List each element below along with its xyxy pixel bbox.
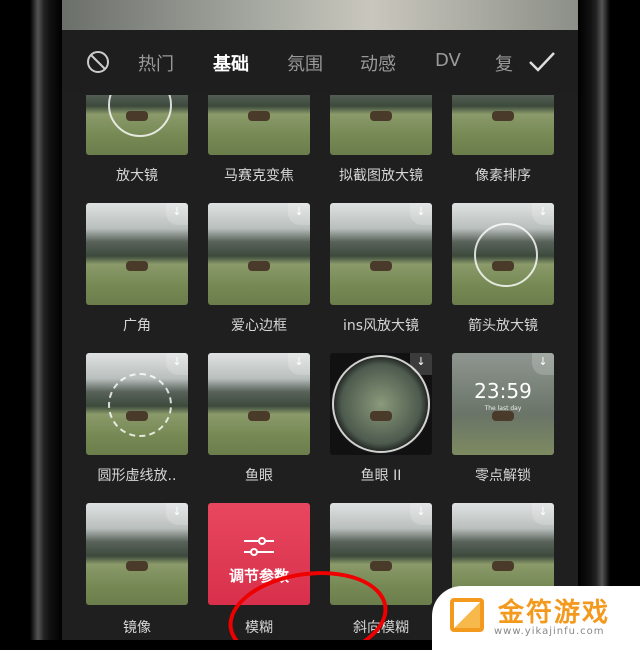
- deer-image: [492, 561, 514, 571]
- effect-thumbnail[interactable]: [452, 95, 554, 155]
- phone-frame-left: [0, 0, 62, 640]
- watermark-logo-icon: [450, 598, 484, 632]
- effect-item[interactable]: 拟截图放大镜: [330, 53, 432, 184]
- effect-thumbnail[interactable]: [208, 95, 310, 155]
- deer-image: [248, 261, 270, 271]
- effect-thumbnail[interactable]: [330, 95, 432, 155]
- download-icon[interactable]: ↓: [532, 503, 554, 525]
- effect-thumbnail[interactable]: ↓: [86, 503, 188, 605]
- deer-image: [248, 411, 270, 421]
- effect-item[interactable]: 马赛克变焦: [208, 53, 310, 184]
- effect-label: 鱼眼: [245, 468, 273, 484]
- deer-image: [370, 111, 392, 121]
- watermark-name: 金符游戏: [498, 598, 611, 628]
- deer-image: [492, 411, 514, 421]
- effect-item[interactable]: ↓ 鱼眼: [208, 353, 310, 484]
- clock-subtitle: The last day: [484, 405, 522, 412]
- watermark: 金符游戏 www.yikajinfu.com: [432, 586, 640, 650]
- effect-item[interactable]: ↓ 圆形虚线放..: [86, 353, 188, 484]
- effect-label: 放大镜: [116, 168, 158, 184]
- video-preview: [62, 0, 578, 30]
- effect-label: 镜像: [123, 620, 151, 636]
- magnifier-circle: [108, 373, 172, 437]
- effect-item[interactable]: ↓ 镜像: [86, 503, 188, 636]
- download-icon[interactable]: ↓: [410, 203, 432, 225]
- clock-time: 23:59: [474, 379, 532, 403]
- effect-item[interactable]: 像素排序: [452, 53, 554, 184]
- effect-label: 像素排序: [475, 168, 531, 184]
- effect-thumbnail[interactable]: [86, 95, 188, 155]
- deer-image: [492, 111, 514, 121]
- effect-label: 箭头放大镜: [468, 318, 538, 334]
- effect-label: 圆形虚线放..: [97, 468, 177, 484]
- magnifier-circle: [108, 95, 172, 137]
- effect-label: 鱼眼 II: [360, 468, 402, 484]
- effect-item[interactable]: ↓ 鱼眼 II: [330, 353, 432, 484]
- download-icon[interactable]: ↓: [288, 353, 310, 375]
- deer-image: [126, 561, 148, 571]
- effect-thumbnail[interactable]: ↓: [452, 203, 554, 305]
- deer-image: [248, 111, 270, 121]
- deer-image: [370, 561, 392, 571]
- effect-thumbnail[interactable]: ↓: [86, 203, 188, 305]
- screen: 热门 基础 氛围 动感 DV 复 放大镜 马赛克变焦 拟截图放大镜 像素排序 ↓ 广角 ↓ 爱…: [62, 0, 578, 640]
- effect-label: 广角: [123, 318, 151, 334]
- effect-label: 爱心边框: [231, 318, 287, 334]
- effect-thumbnail[interactable]: ↓: [86, 353, 188, 455]
- magnifier-circle: [474, 223, 538, 287]
- effect-thumbnail[interactable]: ↓ 23:59 The last day: [452, 353, 554, 455]
- effect-thumbnail[interactable]: ↓: [208, 353, 310, 455]
- download-icon[interactable]: ↓: [532, 353, 554, 375]
- effect-thumbnail[interactable]: ↓: [330, 353, 432, 455]
- effect-label: ins风放大镜: [342, 318, 420, 334]
- effect-thumbnail[interactable]: ↓: [330, 203, 432, 305]
- download-icon[interactable]: ↓: [288, 203, 310, 225]
- effect-item[interactable]: 放大镜: [86, 53, 188, 184]
- download-icon[interactable]: ↓: [532, 203, 554, 225]
- effect-label: 零点解锁: [475, 468, 531, 484]
- download-icon[interactable]: ↓: [410, 503, 432, 525]
- download-icon[interactable]: ↓: [166, 353, 188, 375]
- effect-item[interactable]: ↓ 爱心边框: [208, 203, 310, 334]
- effect-label: 马赛克变焦: [224, 168, 294, 184]
- effect-item[interactable]: ↓ 广角: [86, 203, 188, 334]
- effect-item[interactable]: ↓ 23:59 The last day 零点解锁: [452, 353, 554, 484]
- download-icon[interactable]: ↓: [166, 203, 188, 225]
- download-icon[interactable]: ↓: [166, 503, 188, 525]
- effect-item[interactable]: ↓ 箭头放大镜: [452, 203, 554, 334]
- magnifier-circle: [332, 355, 430, 453]
- effect-thumbnail[interactable]: ↓: [208, 203, 310, 305]
- watermark-url: www.yikajinfu.com: [494, 626, 605, 637]
- deer-image: [370, 261, 392, 271]
- effect-label: 拟截图放大镜: [339, 168, 423, 184]
- adjust-params-icon: [244, 531, 274, 562]
- phone-frame-right: [578, 0, 640, 640]
- effect-item[interactable]: ↓ ins风放大镜: [330, 203, 432, 334]
- deer-image: [126, 261, 148, 271]
